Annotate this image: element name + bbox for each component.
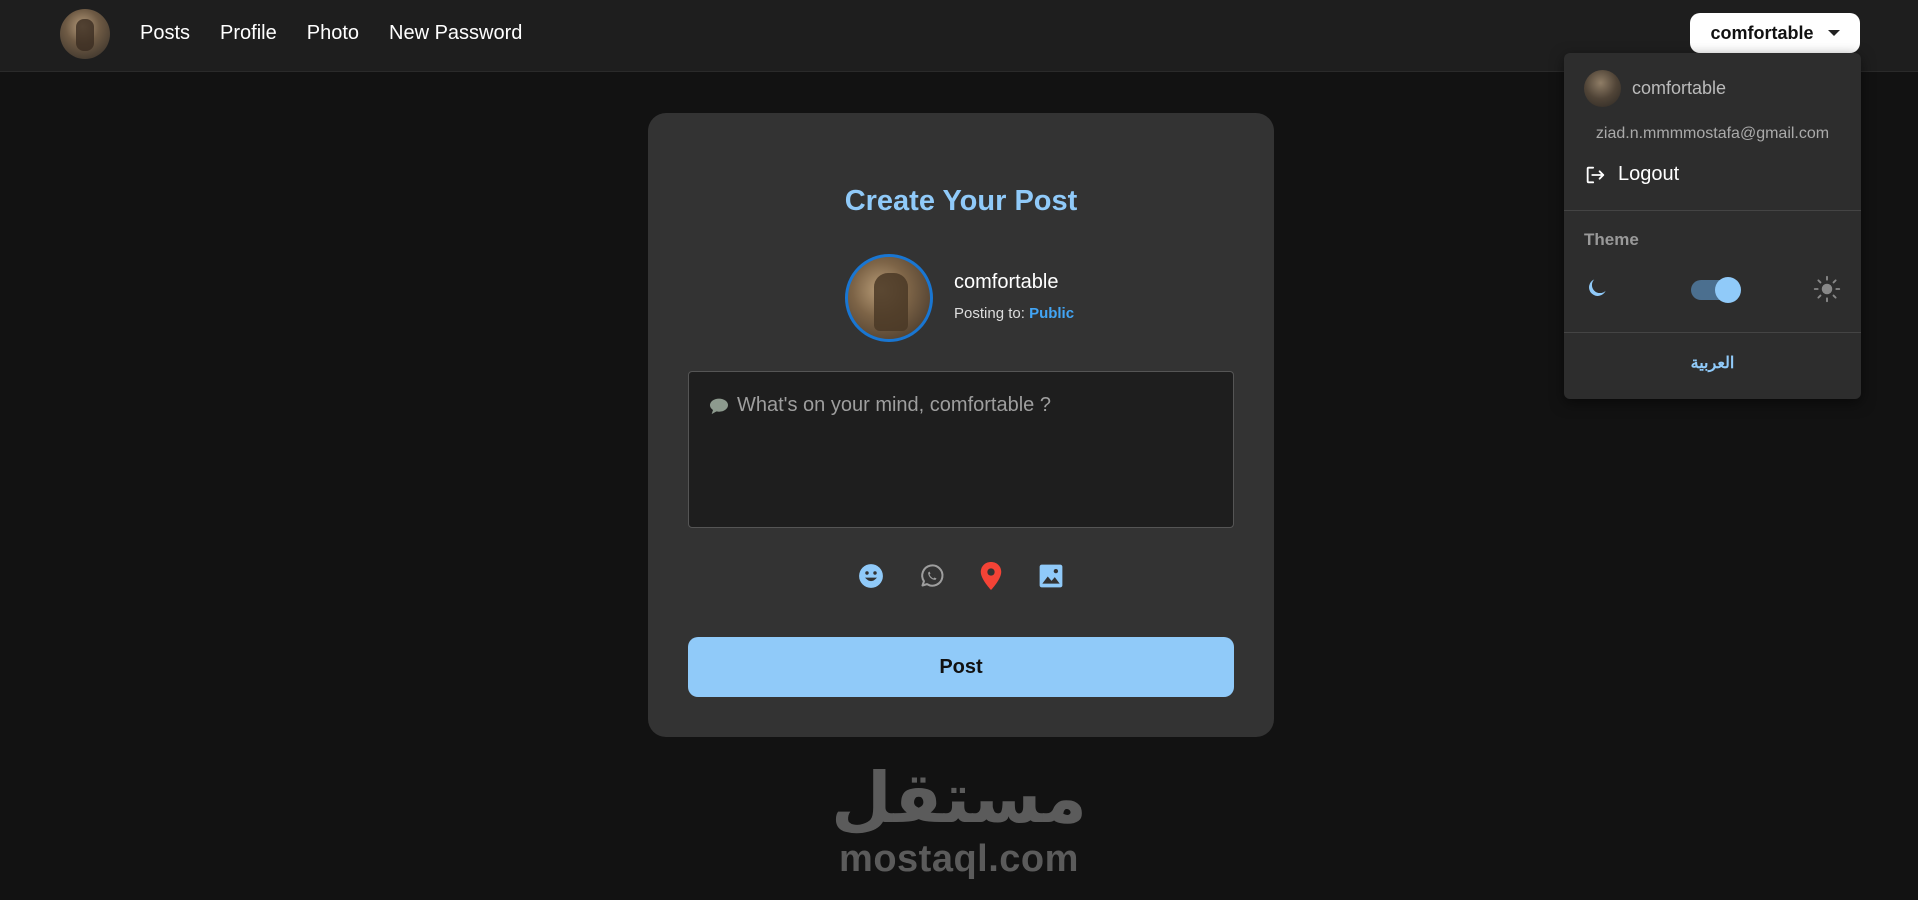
dropdown-user-info: comfortable <box>1584 70 1726 107</box>
post-username: comfortable <box>954 271 1059 293</box>
post-placeholder: What's on your mind, comfortable ? <box>709 394 1051 417</box>
posting-to-label: Posting to: <box>954 305 1025 322</box>
nav-link-profile[interactable]: Profile <box>220 22 277 45</box>
dropdown-avatar <box>1584 70 1621 107</box>
nav-links: Posts Profile Photo New Password <box>140 0 522 66</box>
post-placeholder-text: What's on your mind, comfortable ? <box>737 394 1051 416</box>
post-button[interactable]: Post <box>688 637 1234 697</box>
watermark-arabic: مستقل <box>830 757 1087 839</box>
nav-link-photo[interactable]: Photo <box>307 22 359 45</box>
user-menu-button[interactable]: comfortable <box>1690 13 1860 53</box>
card-title: Create Your Post <box>844 185 1078 217</box>
dropdown-divider <box>1564 332 1861 333</box>
caret-down-icon <box>1827 30 1840 36</box>
audience-link[interactable]: Public <box>1029 305 1074 322</box>
user-menu-label: comfortable <box>1710 22 1814 43</box>
moon-icon[interactable] <box>1584 275 1610 301</box>
speech-bubble-icon <box>710 398 728 414</box>
logout-menu-item[interactable]: Logout <box>1584 163 1679 186</box>
nav-link-new-password[interactable]: New Password <box>389 22 522 45</box>
nav-avatar[interactable] <box>60 9 110 59</box>
theme-toggle-knob <box>1715 277 1741 303</box>
language-switch[interactable]: العربية <box>1564 353 1861 373</box>
user-dropdown-menu: comfortable ziad.n.mmmmostafa@gmail.com … <box>1564 53 1861 399</box>
posting-to: Posting to: Public <box>954 305 1074 322</box>
dropdown-divider <box>1564 210 1861 211</box>
dropdown-username: comfortable <box>1632 78 1727 98</box>
mostaql-watermark: مستقل mostaql.com <box>0 758 1918 880</box>
sun-icon[interactable] <box>1813 275 1841 303</box>
post-avatar <box>845 254 933 342</box>
nav-link-posts[interactable]: Posts <box>140 22 190 45</box>
post-actions <box>648 562 1274 590</box>
image-icon[interactable] <box>1037 562 1065 590</box>
theme-toggle[interactable] <box>1691 277 1741 303</box>
watermark-latin: mostaql.com <box>839 838 1079 880</box>
logout-label: Logout <box>1618 163 1680 185</box>
create-post-card: Create Your Post comfortable Posting to:… <box>648 113 1274 737</box>
dropdown-email: ziad.n.mmmmostafa@gmail.com <box>1595 125 1830 142</box>
emoji-icon[interactable] <box>857 562 885 590</box>
post-text-input[interactable]: What's on your mind, comfortable ? <box>688 371 1234 528</box>
location-pin-icon[interactable] <box>977 562 1005 590</box>
theme-label: Theme <box>1584 230 1639 249</box>
logout-icon <box>1586 166 1605 183</box>
whatsapp-icon[interactable] <box>917 562 945 590</box>
